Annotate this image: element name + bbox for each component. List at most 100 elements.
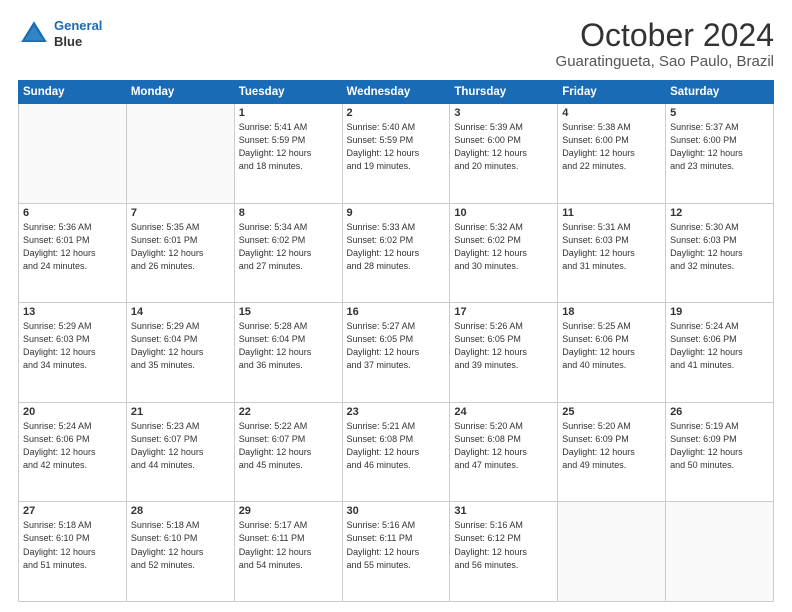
calendar-cell: 26 Sunrise: 5:19 AM Sunset: 6:09 PM Dayli… (666, 402, 774, 502)
day-number: 2 (347, 107, 446, 119)
day-number: 22 (239, 406, 338, 418)
calendar-cell: 29Sunrise: 5:17 AM Sunset: 6:11 PM Dayli… (234, 502, 342, 602)
day-number: 5 (670, 107, 769, 119)
day-info: Sunrise: 5:19 AM Sunset: 6:09 PM Dayligh… (670, 420, 769, 472)
calendar-cell (666, 502, 774, 602)
day-info: Sunrise: 5:29 AM Sunset: 6:04 PM Dayligh… (131, 320, 230, 372)
day-info: Sunrise: 5:25 AM Sunset: 6:06 PM Dayligh… (562, 320, 661, 372)
day-info: Sunrise: 5:36 AM Sunset: 6:01 PM Dayligh… (23, 221, 122, 273)
day-number: 6 (23, 207, 122, 219)
page: General Blue October 2024 Guaratingueta,… (0, 0, 792, 612)
calendar-week-1: 1 Sunrise: 5:41 AM Sunset: 5:59 PM Daylig… (19, 104, 774, 204)
day-number: 7 (131, 207, 230, 219)
day-info: Sunrise: 5:41 AM Sunset: 5:59 PM Dayligh… (239, 121, 338, 173)
day-number: 26 (670, 406, 769, 418)
day-number: 8 (239, 207, 338, 219)
calendar-cell: 31Sunrise: 5:16 AM Sunset: 6:12 PM Dayli… (450, 502, 558, 602)
day-number: 30 (347, 505, 446, 517)
day-info: Sunrise: 5:38 AM Sunset: 6:00 PM Dayligh… (562, 121, 661, 173)
day-number: 20 (23, 406, 122, 418)
day-number: 1 (239, 107, 338, 119)
calendar-cell: 27Sunrise: 5:18 AM Sunset: 6:10 PM Dayli… (19, 502, 127, 602)
day-info: Sunrise: 5:26 AM Sunset: 6:05 PM Dayligh… (454, 320, 553, 372)
calendar-cell: 4Sunrise: 5:38 AM Sunset: 6:00 PM Daylig… (558, 104, 666, 204)
location-title: Guaratingueta, Sao Paulo, Brazil (556, 53, 774, 70)
day-info: Sunrise: 5:32 AM Sunset: 6:02 PM Dayligh… (454, 221, 553, 273)
logo: General Blue (18, 18, 102, 50)
calendar-cell: 2Sunrise: 5:40 AM Sunset: 5:59 PM Daylig… (342, 104, 450, 204)
day-number: 12 (670, 207, 769, 219)
calendar-cell: 14Sunrise: 5:29 AM Sunset: 6:04 PM Dayli… (126, 303, 234, 403)
day-number: 13 (23, 306, 122, 318)
calendar-cell: 8Sunrise: 5:34 AM Sunset: 6:02 PM Daylig… (234, 203, 342, 303)
day-info: Sunrise: 5:16 AM Sunset: 6:12 PM Dayligh… (454, 519, 553, 571)
day-info: Sunrise: 5:21 AM Sunset: 6:08 PM Dayligh… (347, 420, 446, 472)
month-title: October 2024 (556, 18, 774, 53)
calendar-cell: 13 Sunrise: 5:29 AM Sunset: 6:03 PM Dayli… (19, 303, 127, 403)
day-number: 23 (347, 406, 446, 418)
day-number: 28 (131, 505, 230, 517)
calendar-cell: 12Sunrise: 5:30 AM Sunset: 6:03 PM Dayli… (666, 203, 774, 303)
calendar-cell: 25Sunrise: 5:20 AM Sunset: 6:09 PM Dayli… (558, 402, 666, 502)
calendar-cell (19, 104, 127, 204)
col-header-friday: Friday (558, 81, 666, 104)
header: General Blue October 2024 Guaratingueta,… (18, 18, 774, 70)
day-info: Sunrise: 5:24 AM Sunset: 6:06 PM Dayligh… (670, 320, 769, 372)
calendar-cell: 19 Sunrise: 5:24 AM Sunset: 6:06 PM Dayli… (666, 303, 774, 403)
logo-text: General Blue (54, 18, 102, 49)
calendar-cell: 7 Sunrise: 5:35 AM Sunset: 6:01 PM Daylig… (126, 203, 234, 303)
col-header-thursday: Thursday (450, 81, 558, 104)
logo-line2: Blue (54, 34, 102, 50)
calendar-table: SundayMondayTuesdayWednesdayThursdayFrid… (18, 80, 774, 602)
day-number: 9 (347, 207, 446, 219)
col-header-saturday: Saturday (666, 81, 774, 104)
calendar-cell: 23 Sunrise: 5:21 AM Sunset: 6:08 PM Dayli… (342, 402, 450, 502)
calendar-cell (126, 104, 234, 204)
calendar-week-5: 27 Sunrise: 5:18 AM Sunset: 6:10 PM Dayli… (19, 502, 774, 602)
calendar-cell: 28 Sunrise: 5:18 AM Sunset: 6:10 PM Dayli… (126, 502, 234, 602)
day-info: Sunrise: 5:24 AM Sunset: 6:06 PM Dayligh… (23, 420, 122, 472)
calendar-cell: 15 Sunrise: 5:28 AM Sunset: 6:04 PM Dayli… (234, 303, 342, 403)
calendar-cell: 24 Sunrise: 5:20 AM Sunset: 6:08 PM Dayli… (450, 402, 558, 502)
day-info: Sunrise: 5:20 AM Sunset: 6:09 PM Dayligh… (562, 420, 661, 472)
day-info: Sunrise: 5:27 AM Sunset: 6:05 PM Dayligh… (347, 320, 446, 372)
day-info: Sunrise: 5:33 AM Sunset: 6:02 PM Dayligh… (347, 221, 446, 273)
day-info: Sunrise: 5:39 AM Sunset: 6:00 PM Dayligh… (454, 121, 553, 173)
calendar-week-2: 6 Sunrise: 5:36 AM Sunset: 6:01 PM Daylig… (19, 203, 774, 303)
day-number: 27 (23, 505, 122, 517)
day-number: 18 (562, 306, 661, 318)
col-header-tuesday: Tuesday (234, 81, 342, 104)
day-info: Sunrise: 5:37 AM Sunset: 6:00 PM Dayligh… (670, 121, 769, 173)
calendar-cell: 20 Sunrise: 5:24 AM Sunset: 6:06 PM Dayli… (19, 402, 127, 502)
calendar-cell: 11Sunrise: 5:31 AM Sunset: 6:03 PM Dayli… (558, 203, 666, 303)
day-info: Sunrise: 5:18 AM Sunset: 6:10 PM Dayligh… (131, 519, 230, 571)
calendar-cell: 17Sunrise: 5:26 AM Sunset: 6:05 PM Dayli… (450, 303, 558, 403)
calendar-cell: 22Sunrise: 5:22 AM Sunset: 6:07 PM Dayli… (234, 402, 342, 502)
day-number: 24 (454, 406, 553, 418)
day-info: Sunrise: 5:35 AM Sunset: 6:01 PM Dayligh… (131, 221, 230, 273)
logo-icon (18, 18, 50, 50)
calendar-week-4: 20 Sunrise: 5:24 AM Sunset: 6:06 PM Dayli… (19, 402, 774, 502)
day-number: 11 (562, 207, 661, 219)
day-number: 29 (239, 505, 338, 517)
day-info: Sunrise: 5:20 AM Sunset: 6:08 PM Dayligh… (454, 420, 553, 472)
day-number: 15 (239, 306, 338, 318)
day-info: Sunrise: 5:28 AM Sunset: 6:04 PM Dayligh… (239, 320, 338, 372)
day-number: 10 (454, 207, 553, 219)
calendar-cell: 5 Sunrise: 5:37 AM Sunset: 6:00 PM Daylig… (666, 104, 774, 204)
calendar-cell: 6 Sunrise: 5:36 AM Sunset: 6:01 PM Daylig… (19, 203, 127, 303)
col-header-sunday: Sunday (19, 81, 127, 104)
calendar-cell: 30Sunrise: 5:16 AM Sunset: 6:11 PM Dayli… (342, 502, 450, 602)
title-block: October 2024 Guaratingueta, Sao Paulo, B… (556, 18, 774, 70)
calendar-cell: 3 Sunrise: 5:39 AM Sunset: 6:00 PM Daylig… (450, 104, 558, 204)
day-info: Sunrise: 5:29 AM Sunset: 6:03 PM Dayligh… (23, 320, 122, 372)
day-number: 3 (454, 107, 553, 119)
calendar-cell: 9 Sunrise: 5:33 AM Sunset: 6:02 PM Daylig… (342, 203, 450, 303)
day-number: 19 (670, 306, 769, 318)
calendar-cell: 1 Sunrise: 5:41 AM Sunset: 5:59 PM Daylig… (234, 104, 342, 204)
col-header-monday: Monday (126, 81, 234, 104)
calendar-header-row: SundayMondayTuesdayWednesdayThursdayFrid… (19, 81, 774, 104)
calendar-cell: 10 Sunrise: 5:32 AM Sunset: 6:02 PM Dayli… (450, 203, 558, 303)
calendar-week-3: 13 Sunrise: 5:29 AM Sunset: 6:03 PM Dayli… (19, 303, 774, 403)
calendar-cell (558, 502, 666, 602)
